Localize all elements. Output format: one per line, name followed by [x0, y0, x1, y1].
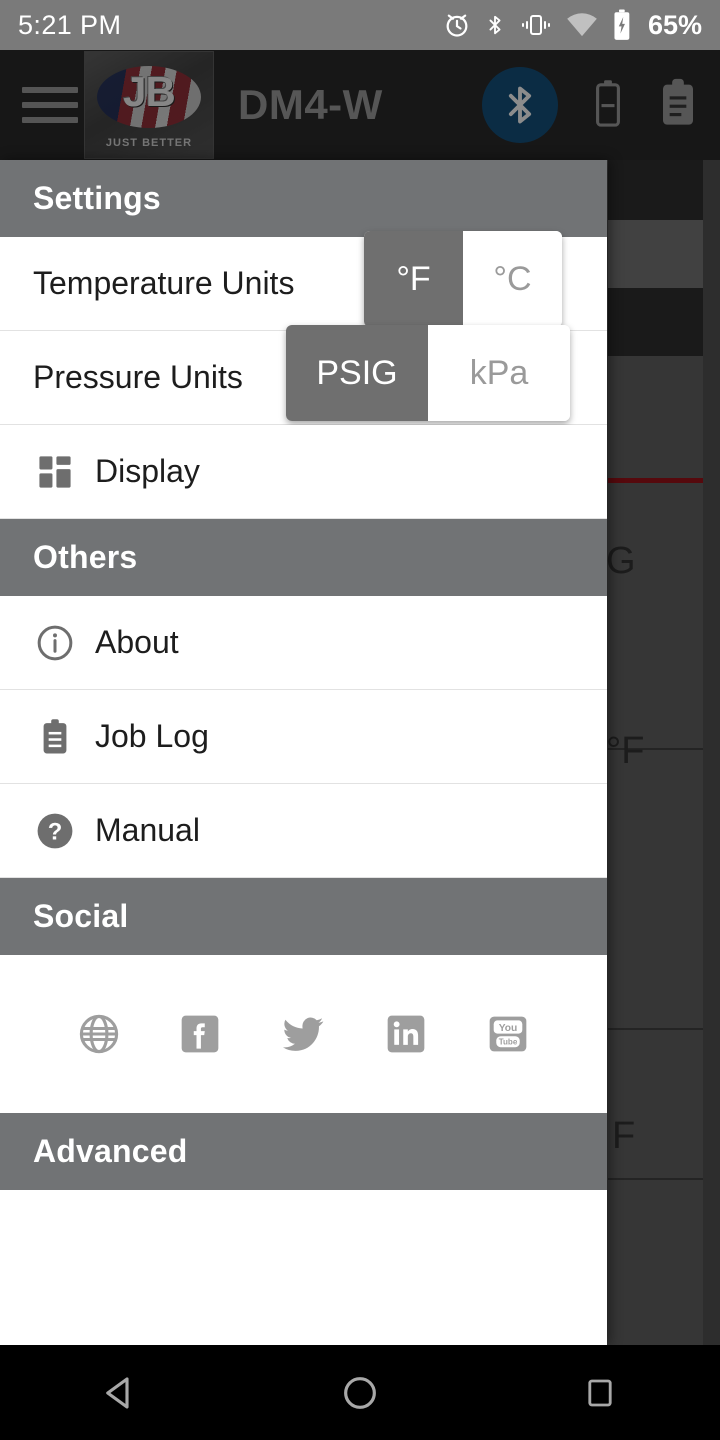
- row-pressure-units[interactable]: Pressure Units PSIG kPa: [0, 325, 607, 425]
- battery-percent-label: 65%: [647, 9, 702, 40]
- section-title: Others: [33, 539, 138, 575]
- row-about[interactable]: About: [0, 596, 607, 690]
- temp-option-celsius[interactable]: °C: [463, 231, 562, 327]
- pressure-units-label: Pressure Units: [33, 359, 243, 395]
- svg-text:?: ?: [48, 818, 63, 845]
- battery-charging-icon: [611, 9, 633, 41]
- row-temperature-units[interactable]: Temperature Units °F °C: [0, 231, 607, 331]
- section-title: Advanced: [33, 1133, 188, 1169]
- about-label: About: [95, 624, 179, 660]
- facebook-icon[interactable]: [178, 1012, 222, 1056]
- pressure-units-toggle[interactable]: PSIG kPa: [286, 325, 570, 421]
- job-log-label: Job Log: [95, 718, 209, 754]
- status-clock: 5:21 PM: [18, 9, 122, 40]
- manual-label: Manual: [95, 812, 200, 848]
- phone-screen: G °F F JB JUST BETTER DM4-W Settings Tem…: [0, 0, 720, 1440]
- section-header-advanced: Advanced: [0, 1113, 607, 1190]
- wifi-icon: [566, 12, 598, 38]
- dashboard-grid-icon: [33, 455, 77, 489]
- status-icons-group: 65%: [443, 9, 702, 41]
- twitter-icon[interactable]: [279, 1012, 327, 1056]
- temp-option-fahrenheit[interactable]: °F: [364, 231, 463, 327]
- temperature-units-toggle[interactable]: °F °C: [364, 231, 562, 327]
- section-header-others: Others: [0, 519, 607, 596]
- advanced-empty-area: [0, 1190, 607, 1345]
- row-display[interactable]: Display: [0, 425, 607, 519]
- vibrate-icon: [519, 12, 553, 38]
- section-header-social: Social: [0, 878, 607, 955]
- pressure-option-kpa[interactable]: kPa: [428, 325, 570, 421]
- section-header-settings: Settings: [0, 160, 607, 237]
- section-title: Social: [33, 898, 129, 934]
- web-globe-icon[interactable]: [77, 1012, 121, 1056]
- navigation-drawer: Settings Temperature Units °F °C Pressur…: [0, 160, 607, 1345]
- status-bar: 5:21 PM 65%: [0, 0, 720, 50]
- clipboard-icon: [33, 718, 77, 756]
- info-circle-icon: [33, 624, 77, 662]
- row-manual[interactable]: ? Manual: [0, 784, 607, 878]
- row-job-log[interactable]: Job Log: [0, 690, 607, 784]
- alarm-icon: [443, 11, 471, 39]
- home-circle-icon[interactable]: [300, 1373, 420, 1413]
- section-title: Settings: [33, 180, 161, 216]
- question-circle-icon: ?: [33, 812, 77, 850]
- display-label: Display: [95, 453, 200, 489]
- temperature-units-label: Temperature Units: [33, 265, 295, 301]
- linkedin-icon[interactable]: [384, 1012, 428, 1056]
- svg-text:Tube: Tube: [498, 1037, 517, 1046]
- recents-square-icon[interactable]: [540, 1375, 660, 1411]
- back-triangle-icon[interactable]: [60, 1372, 180, 1414]
- youtube-icon[interactable]: You Tube: [485, 1012, 531, 1056]
- pressure-option-psig[interactable]: PSIG: [286, 325, 428, 421]
- social-links-row: You Tube: [0, 955, 607, 1113]
- android-nav-bar: [0, 1345, 720, 1440]
- bluetooth-icon: [484, 10, 506, 40]
- svg-text:You: You: [498, 1023, 517, 1034]
